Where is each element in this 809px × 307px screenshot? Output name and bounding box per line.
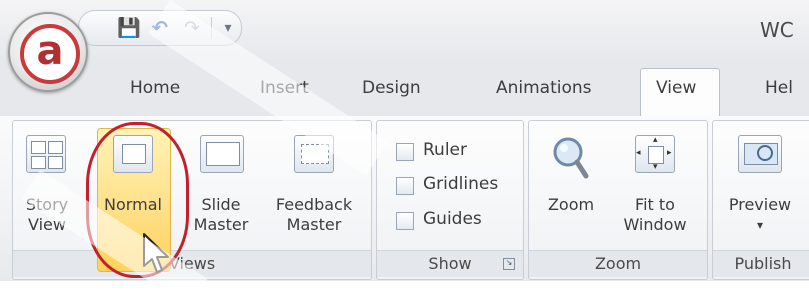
preview-label: Preview: [728, 195, 792, 214]
guides-label: Guides: [423, 209, 482, 229]
gridlines-checkbox[interactable]: [396, 177, 414, 195]
fit-to-window-button[interactable]: ▴ ▾ ◂ ▸ Fit to Window: [610, 133, 700, 243]
preview-dropdown-icon[interactable]: ▾: [716, 215, 804, 235]
fit-to-window-icon: ▴ ▾ ◂ ▸: [635, 135, 675, 173]
tab-help[interactable]: Hel: [765, 78, 793, 98]
story-view-icon: [26, 135, 66, 173]
window-title: WC: [760, 18, 794, 42]
feedback-master-label-1: Feedback: [275, 195, 353, 214]
tab-animations[interactable]: Animations: [496, 78, 592, 98]
fit-to-window-label-1: Fit to: [635, 195, 675, 214]
slide-master-label-1: Slide: [201, 195, 241, 214]
tab-view[interactable]: View: [656, 78, 696, 98]
feedback-master-label-2: Master: [286, 215, 342, 234]
group-show-label: Show: [377, 250, 523, 277]
group-zoom-label: Zoom: [529, 250, 707, 277]
app-logo-icon: a: [20, 24, 80, 84]
fit-to-window-label-2: Window: [623, 215, 687, 234]
tab-design[interactable]: Design: [362, 78, 421, 98]
dialog-launcher-icon[interactable]: ↘: [503, 258, 515, 270]
gridlines-label: Gridlines: [423, 174, 499, 194]
ruler-checkbox[interactable]: [396, 143, 414, 161]
tab-home[interactable]: Home: [130, 78, 180, 98]
zoom-label: Zoom: [547, 195, 595, 214]
guides-checkbox[interactable]: [396, 212, 414, 230]
group-publish-label: Publish: [713, 250, 809, 277]
zoom-button[interactable]: Zoom: [538, 133, 604, 243]
magnifier-icon: [553, 137, 589, 179]
ruler-label: Ruler: [423, 140, 467, 160]
preview-button[interactable]: Preview ▾: [716, 133, 804, 243]
preview-icon: [738, 135, 782, 173]
slide-master-icon: [200, 135, 244, 173]
slide-master-label-2: Master: [193, 215, 249, 234]
slide-master-button[interactable]: Slide Master: [188, 133, 254, 243]
save-icon[interactable]: 💾: [117, 17, 141, 39]
app-menu-button[interactable]: a: [8, 12, 88, 92]
